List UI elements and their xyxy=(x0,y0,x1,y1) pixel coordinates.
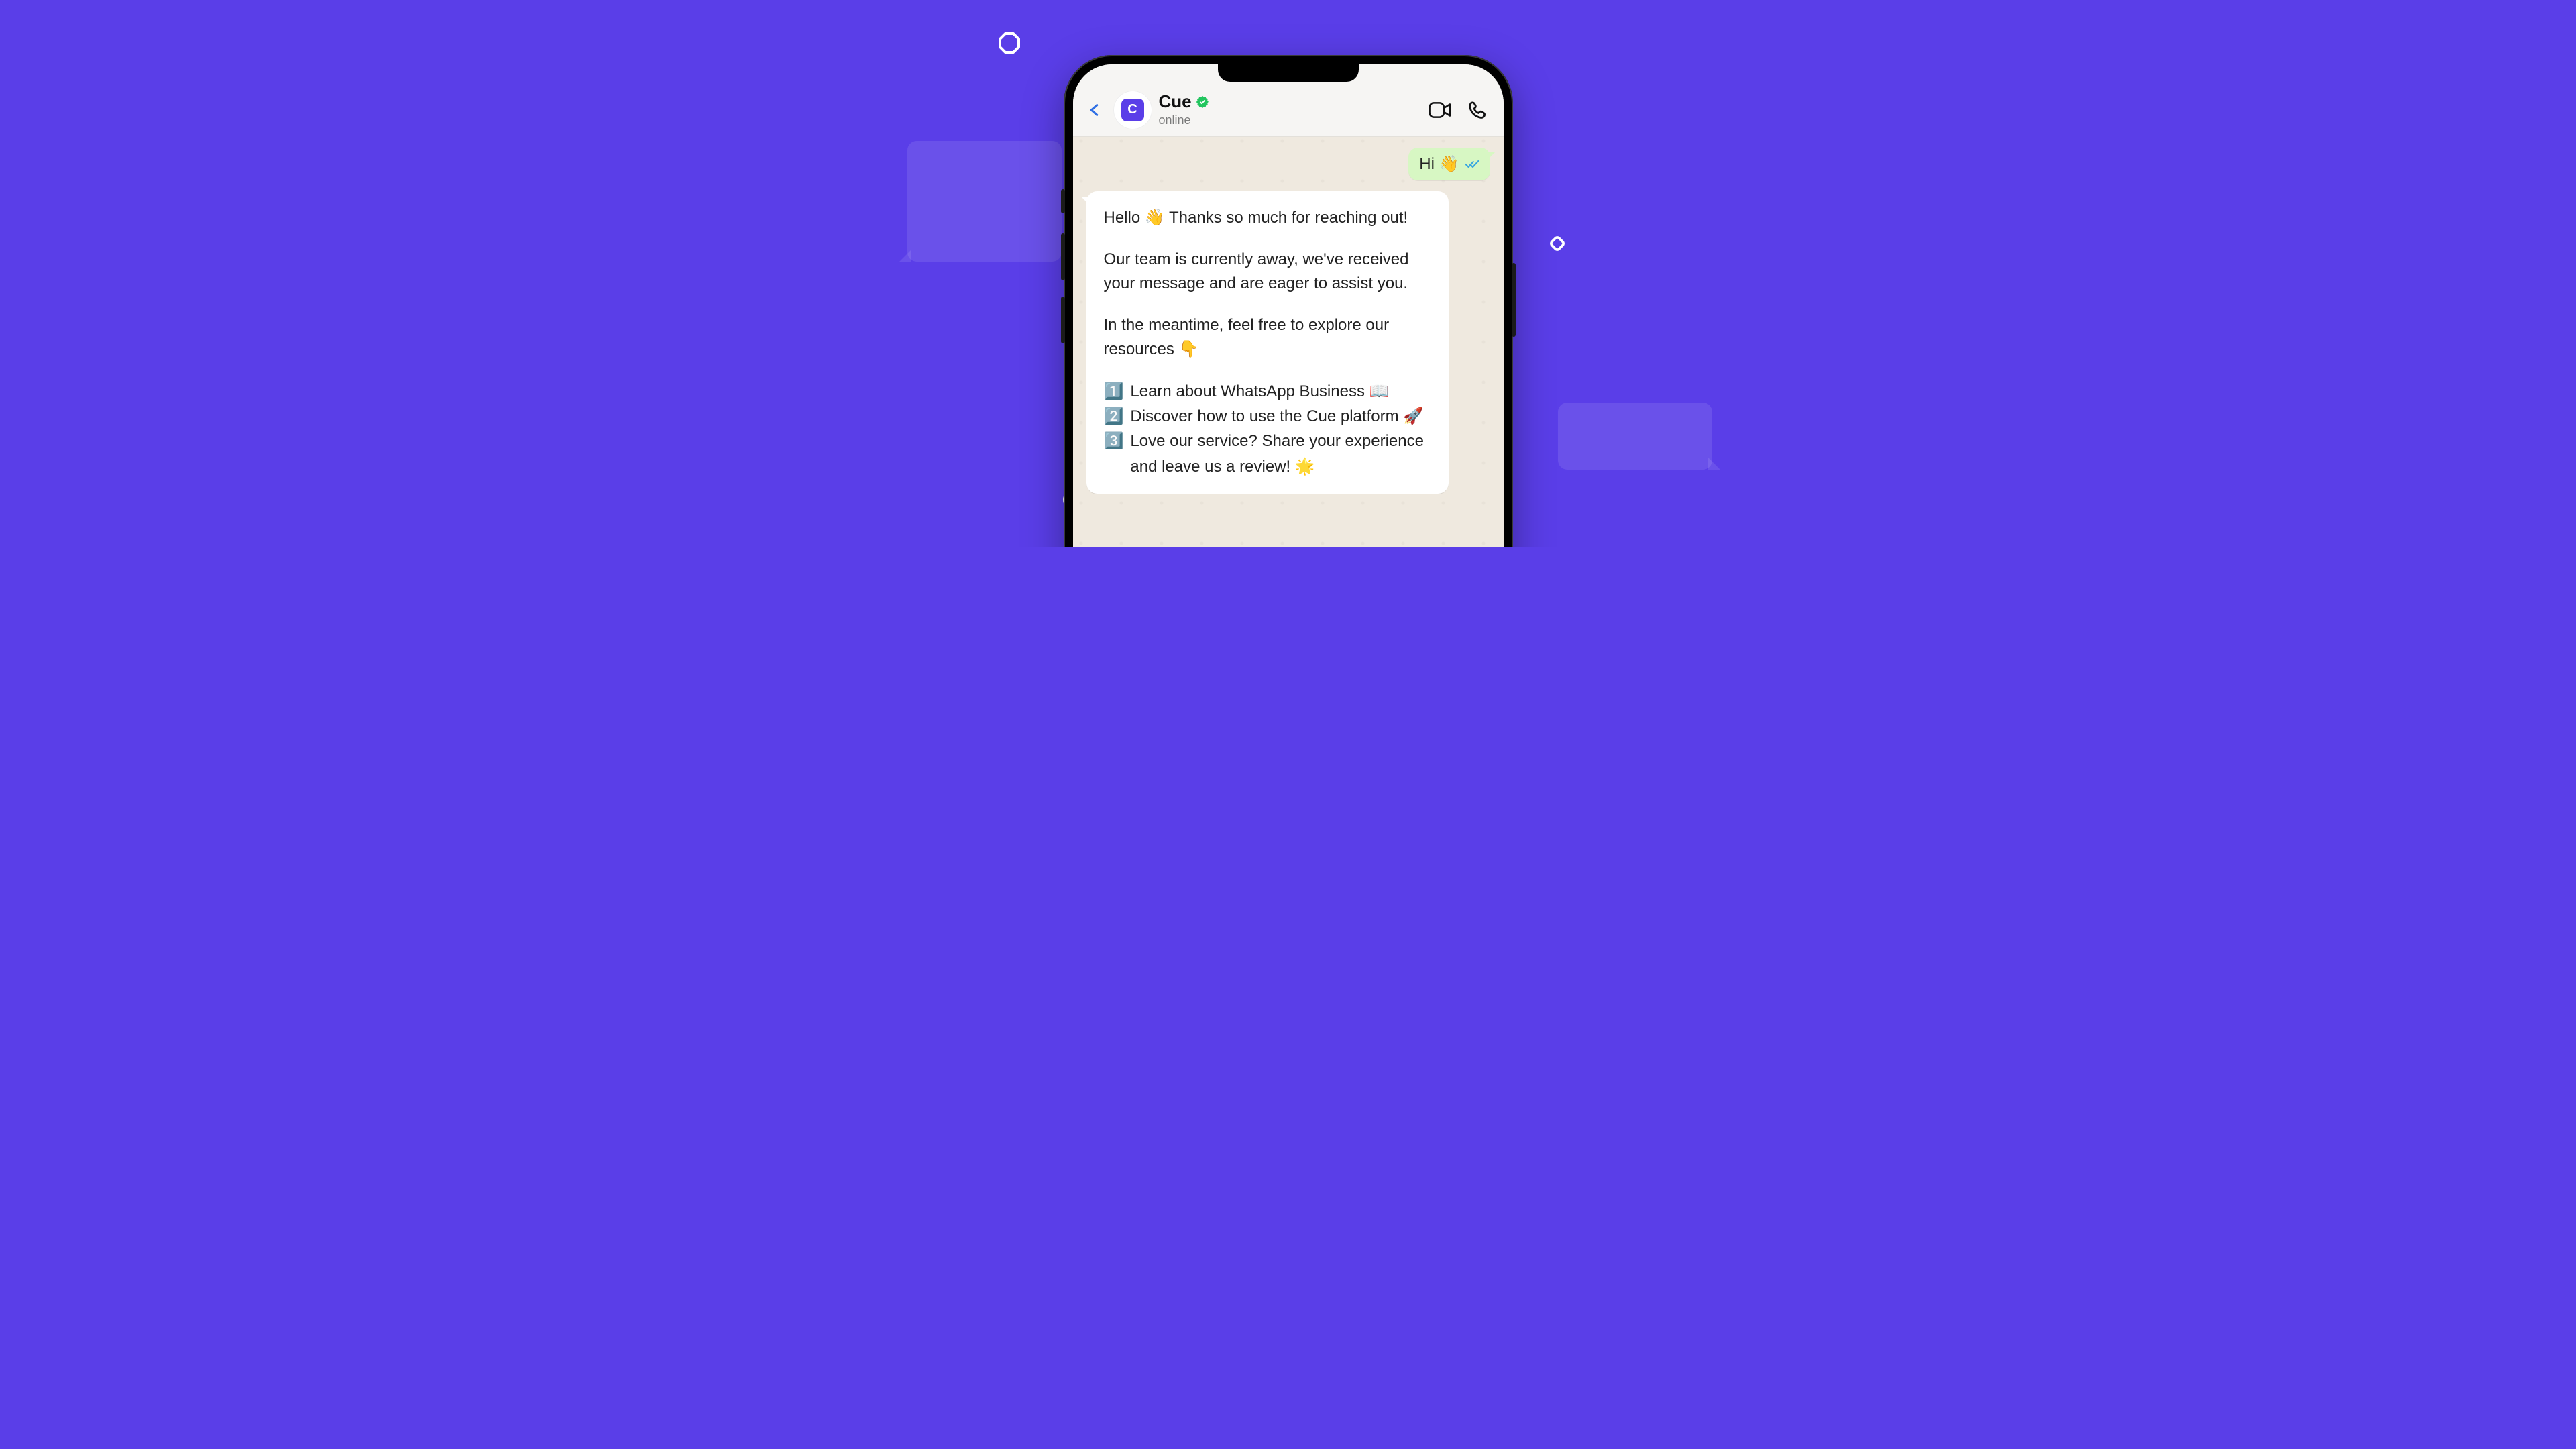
read-receipt-icon xyxy=(1465,159,1481,170)
phone-volume-up xyxy=(1061,233,1065,280)
phone-volume-down xyxy=(1061,297,1065,343)
phone-mockup: C Cue online xyxy=(1064,55,1513,547)
video-call-button[interactable] xyxy=(1429,99,1451,121)
option-text: Learn about WhatsApp Business 📖 xyxy=(1130,379,1431,404)
verified-badge-icon xyxy=(1196,95,1209,109)
option-number: 2️⃣ xyxy=(1104,404,1124,429)
incoming-para-1: Hello 👋 Thanks so much for reaching out! xyxy=(1104,206,1431,230)
contact-title-block[interactable]: Cue online xyxy=(1159,92,1422,127)
voice-call-button[interactable] xyxy=(1466,99,1489,121)
incoming-option-3: 3️⃣ Love our service? Share your experie… xyxy=(1104,429,1431,478)
option-number: 3️⃣ xyxy=(1104,429,1124,478)
option-text: Love our service? Share your experience … xyxy=(1130,429,1431,478)
phone-power-button xyxy=(1512,263,1516,337)
outgoing-message-text: Hi 👋 xyxy=(1419,154,1459,174)
option-text: Discover how to use the Cue platform 🚀 xyxy=(1130,404,1431,429)
incoming-option-2: 2️⃣ Discover how to use the Cue platform… xyxy=(1104,404,1431,429)
phone-icon xyxy=(1467,100,1488,120)
decoration-diamond-icon xyxy=(1547,233,1567,254)
phone-notch xyxy=(1218,64,1359,82)
avatar-letter: C xyxy=(1127,102,1137,117)
incoming-para-3: In the meantime, feel free to explore ou… xyxy=(1104,313,1431,362)
phone-mute-switch xyxy=(1061,189,1065,213)
contact-avatar[interactable]: C xyxy=(1113,91,1152,129)
option-number: 1️⃣ xyxy=(1104,379,1124,404)
bg-chat-bubble-left xyxy=(907,141,1062,262)
outgoing-message[interactable]: Hi 👋 xyxy=(1408,148,1490,180)
contact-name: Cue xyxy=(1159,92,1192,112)
decoration-octagon-icon xyxy=(999,32,1020,54)
promo-canvas: C Cue online xyxy=(800,0,1777,547)
chevron-left-icon xyxy=(1087,100,1102,120)
chat-body[interactable]: Hi 👋 Hello 👋 Thanks so much for reaching… xyxy=(1073,137,1504,547)
video-camera-icon xyxy=(1429,101,1451,119)
incoming-para-2: Our team is currently away, we've receiv… xyxy=(1104,248,1431,296)
incoming-option-1: 1️⃣ Learn about WhatsApp Business 📖 xyxy=(1104,379,1431,404)
incoming-options-list: 1️⃣ Learn about WhatsApp Business 📖 2️⃣ … xyxy=(1104,379,1431,479)
incoming-message[interactable]: Hello 👋 Thanks so much for reaching out!… xyxy=(1086,191,1449,494)
phone-screen: C Cue online xyxy=(1073,64,1504,547)
avatar-badge: C xyxy=(1121,99,1144,121)
bg-chat-bubble-right xyxy=(1558,402,1712,470)
contact-status: online xyxy=(1159,113,1422,127)
back-button[interactable] xyxy=(1082,97,1107,123)
